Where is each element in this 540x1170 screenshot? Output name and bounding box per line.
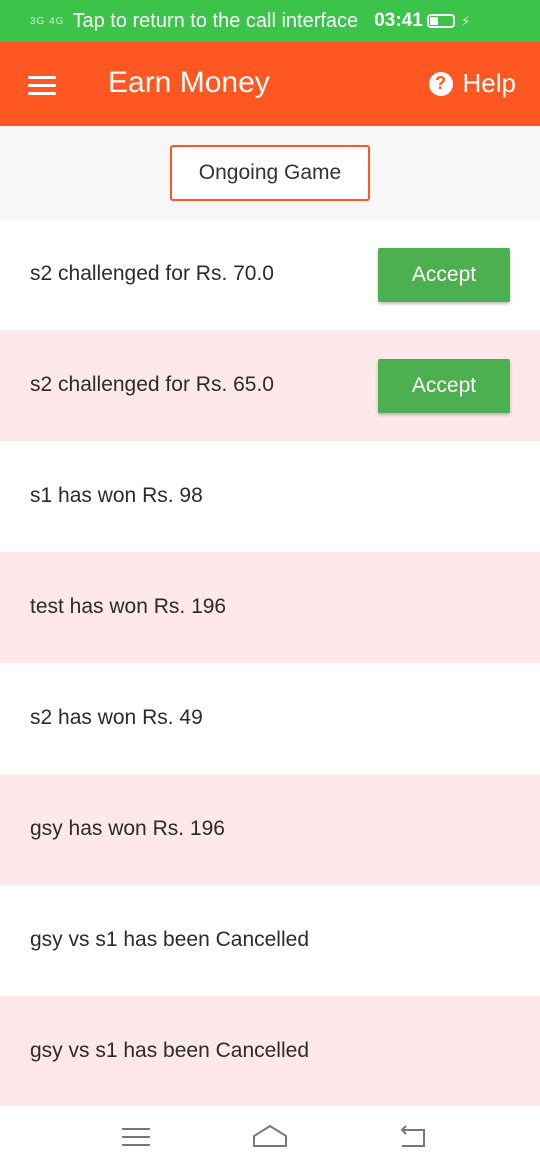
list-item: s2 has won Rs. 49 bbox=[0, 663, 540, 774]
list-item-text: s2 challenged for Rs. 70.0 bbox=[30, 262, 274, 285]
charging-icon: ⚡ bbox=[460, 12, 471, 29]
help-button[interactable]: ? Help bbox=[428, 68, 516, 99]
tab-area: Ongoing Game bbox=[0, 126, 540, 219]
list-item-text: test has won Rs. 196 bbox=[30, 595, 227, 618]
return-to-call-text[interactable]: Tap to return to the call interface bbox=[72, 10, 358, 33]
ongoing-game-button[interactable]: Ongoing Game bbox=[170, 145, 370, 201]
list-item-text: gsy has won Rs. 196 bbox=[30, 817, 225, 840]
recent-apps-icon[interactable] bbox=[122, 1128, 150, 1148]
signal-icon: 3G 4G bbox=[30, 15, 65, 27]
accept-button[interactable]: Accept bbox=[378, 359, 510, 413]
list-item-text: gsy vs s1 has been Cancelled bbox=[30, 928, 309, 951]
system-nav-bar bbox=[0, 1106, 540, 1170]
list-item-text: s2 has won Rs. 49 bbox=[30, 706, 203, 729]
status-clock: 03:41 bbox=[374, 10, 423, 31]
list-item: s2 challenged for Rs. 70.0 Accept bbox=[0, 219, 540, 330]
list-item: gsy vs s1 has been Cancelled bbox=[0, 885, 540, 996]
list-item-text: s2 challenged for Rs. 65.0 bbox=[30, 373, 274, 396]
list-item-text: gsy vs s1 has been Cancelled bbox=[30, 1039, 309, 1062]
battery-icon bbox=[426, 14, 455, 28]
app-bar: Earn Money ? Help bbox=[0, 42, 540, 126]
back-icon[interactable] bbox=[396, 1124, 430, 1155]
accept-button[interactable]: Accept bbox=[378, 248, 510, 302]
status-bar[interactable]: 3G 4G Tap to return to the call interfac… bbox=[0, 0, 540, 42]
list-item: test has won Rs. 196 bbox=[0, 552, 540, 663]
home-icon[interactable] bbox=[250, 1122, 290, 1155]
list-item: s1 has won Rs. 98 bbox=[0, 441, 540, 552]
help-label: Help bbox=[462, 68, 516, 98]
list-item: s2 challenged for Rs. 65.0 Accept bbox=[0, 330, 540, 441]
list-item-text: s1 has won Rs. 98 bbox=[30, 484, 203, 507]
game-list: s2 challenged for Rs. 70.0 Accept s2 cha… bbox=[0, 219, 540, 1107]
list-item: gsy has won Rs. 196 bbox=[0, 774, 540, 885]
page-title: Earn Money bbox=[108, 66, 270, 99]
help-icon: ? bbox=[428, 71, 453, 96]
list-item: gsy vs s1 has been Cancelled bbox=[0, 996, 540, 1107]
hamburger-menu-icon[interactable] bbox=[28, 76, 56, 95]
